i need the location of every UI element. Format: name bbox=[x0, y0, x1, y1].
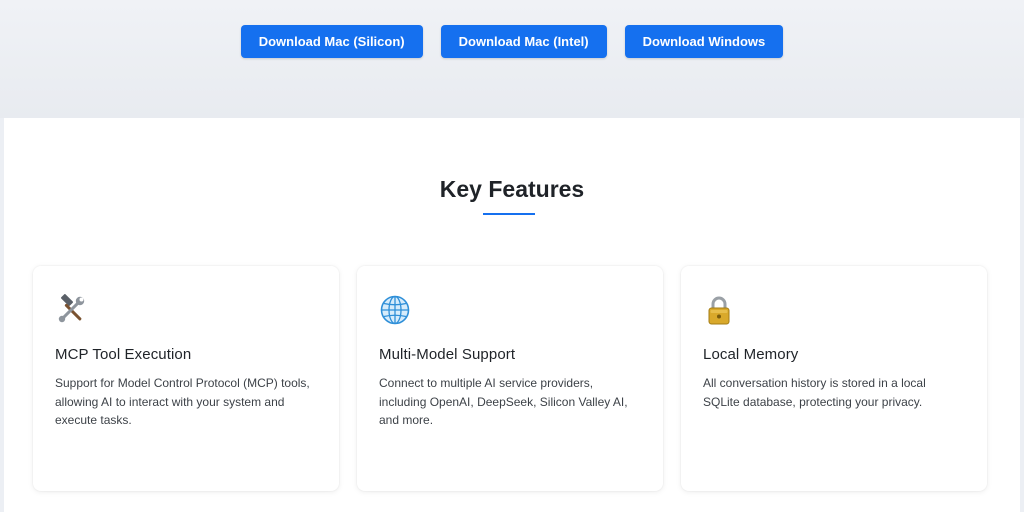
feature-card-local-memory: Local Memory All conversation history is… bbox=[681, 266, 987, 491]
feature-description: All conversation history is stored in a … bbox=[703, 376, 926, 409]
page-edge bbox=[1020, 118, 1024, 512]
download-mac-silicon-button[interactable]: Download Mac (Silicon) bbox=[240, 25, 423, 58]
feature-title: MCP Tool Execution bbox=[55, 346, 192, 363]
globe-icon bbox=[380, 295, 410, 325]
feature-title: Local Memory bbox=[703, 346, 799, 363]
tools-icon bbox=[58, 294, 85, 323]
download-mac-intel-button[interactable]: Download Mac (Intel) bbox=[440, 25, 607, 58]
feature-card-multi-model: Multi-Model Support Connect to multiple … bbox=[357, 266, 663, 491]
feature-description: Connect to multiple AI service providers… bbox=[379, 376, 628, 427]
features-section: Key Features MCP Tool Execution Support … bbox=[4, 118, 1020, 512]
hero-section: Download Mac (Silicon) Download Mac (Int… bbox=[0, 0, 1024, 118]
download-windows-button[interactable]: Download Windows bbox=[624, 25, 784, 58]
title-underline bbox=[483, 213, 535, 215]
feature-description: Support for Model Control Protocol (MCP)… bbox=[55, 376, 310, 427]
feature-title: Multi-Model Support bbox=[379, 346, 516, 363]
section-title: Key Features bbox=[439, 176, 585, 202]
lock-icon bbox=[708, 296, 730, 325]
download-buttons: Download Mac (Silicon) Download Mac (Int… bbox=[0, 25, 1024, 58]
feature-card-mcp: MCP Tool Execution Support for Model Con… bbox=[33, 266, 339, 491]
